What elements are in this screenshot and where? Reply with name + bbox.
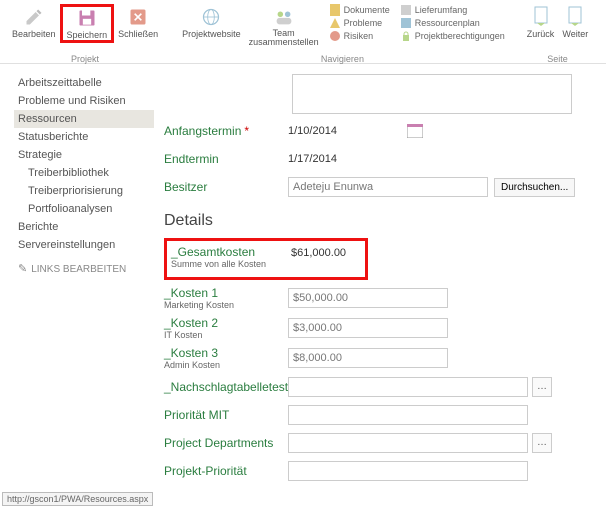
close-button[interactable]: Schließen	[114, 4, 162, 43]
owner-input[interactable]	[288, 177, 488, 197]
project-priority-input[interactable]	[288, 461, 528, 481]
end-date-label: Endtermin	[164, 152, 288, 166]
lookup-picker-button[interactable]: …	[532, 377, 552, 397]
start-date-label: Anfangstermin*	[164, 124, 288, 138]
lock-icon	[400, 30, 412, 42]
edit-links[interactable]: ✎LINKS BEARBEITEN	[14, 254, 154, 275]
plan-icon	[400, 17, 412, 29]
sidebar-item-serversettings[interactable]: Servereinstellungen	[14, 236, 154, 254]
sidebar-item-portfolio[interactable]: Portfolioanalysen	[14, 200, 154, 218]
priority-mit-input[interactable]	[288, 405, 528, 425]
nav-projectperms[interactable]: Projektberechtigungen	[398, 30, 507, 42]
calendar-icon[interactable]	[407, 124, 423, 138]
sidebar-item-statusreports[interactable]: Statusberichte	[14, 128, 154, 146]
ribbon-group-label-nav: Navigieren	[321, 54, 364, 64]
project-depts-input[interactable]	[288, 433, 528, 453]
owner-label: Besitzer	[164, 180, 288, 194]
page-back-icon	[530, 6, 552, 28]
form-area: Anfangstermin* 1/10/2014 Endtermin 1/17/…	[160, 64, 606, 498]
project-depts-picker-button[interactable]: …	[532, 433, 552, 453]
nav-deliverables[interactable]: Lieferumfang	[398, 4, 507, 16]
kosten2-label: _Kosten 2IT Kosten	[164, 316, 288, 340]
details-heading: Details	[164, 212, 596, 230]
sidebar-item-driverprio[interactable]: Treiberpriorisierung	[14, 182, 154, 200]
kosten3-input[interactable]	[288, 348, 448, 368]
ribbon-group-project: Bearbeiten Speichern Schließen Projekt	[2, 4, 168, 64]
project-depts-label: Project Departments	[164, 436, 288, 450]
warning-icon	[329, 17, 341, 29]
sidebar-item-resources[interactable]: Ressourcen	[14, 110, 154, 128]
pencil-icon	[23, 6, 45, 28]
total-cost-value: $61,000.00	[291, 245, 361, 259]
left-nav: Arbeitszeittabelle Probleme und Risiken …	[0, 64, 160, 498]
nav-risks[interactable]: Risiken	[327, 30, 392, 42]
ribbon-toolbar: Bearbeiten Speichern Schließen Projekt	[0, 0, 606, 64]
document-icon	[329, 4, 341, 16]
nav-problems[interactable]: Probleme	[327, 17, 392, 29]
close-icon	[127, 6, 149, 28]
sidebar-item-reports[interactable]: Berichte	[14, 218, 154, 236]
sidebar-item-issues[interactable]: Probleme und Risiken	[14, 92, 154, 110]
lookup-label: _Nachschlagtabelletest	[164, 380, 288, 394]
ribbon-group-page: Zurück Weiter Seite	[517, 4, 599, 64]
lookup-input[interactable]	[288, 377, 528, 397]
ribbon-group-label-page: Seite	[547, 54, 568, 64]
save-button[interactable]: Speichern	[60, 4, 115, 43]
page-next-icon	[564, 6, 586, 28]
team-button[interactable]: Team zusammenstellen	[245, 4, 323, 50]
kosten2-input[interactable]	[288, 318, 448, 338]
end-date-value: 1/17/2014	[288, 153, 337, 165]
sidebar-item-timesheet[interactable]: Arbeitszeittabelle	[14, 74, 154, 92]
project-priority-label: Projekt-Priorität	[164, 464, 288, 478]
nav-documents[interactable]: Dokumente	[327, 4, 392, 16]
box-icon	[400, 4, 412, 16]
risk-icon	[329, 30, 341, 42]
total-cost-label: _Gesamtkosten Summe von alle Kosten	[171, 245, 291, 269]
edit-label: Bearbeiten	[12, 29, 56, 39]
ribbon-group-navigate: Projektwebsite Team zusammenstellen Doku…	[172, 4, 513, 64]
nav-resourceplan[interactable]: Ressourcenplan	[398, 17, 507, 29]
edit-button[interactable]: Bearbeiten	[8, 4, 60, 43]
total-cost-highlight: _Gesamtkosten Summe von alle Kosten $61,…	[164, 238, 368, 280]
save-icon	[76, 7, 98, 29]
status-bar-url: http://gscon1/PWA/Resources.aspx	[2, 492, 153, 506]
kosten3-label: _Kosten 3Admin Kosten	[164, 346, 288, 370]
projectsite-button[interactable]: Projektwebsite	[178, 4, 245, 50]
team-icon	[273, 6, 295, 28]
description-textarea[interactable]	[292, 74, 572, 114]
next-button[interactable]: Weiter	[558, 4, 592, 41]
team-label: Team zusammenstellen	[249, 29, 319, 48]
ribbon-group-label-project: Projekt	[71, 54, 99, 64]
close-label: Schließen	[118, 29, 158, 39]
priority-mit-label: Priorität MIT	[164, 408, 288, 422]
kosten1-input[interactable]	[288, 288, 448, 308]
sidebar-item-driverlib[interactable]: Treiberbibliothek	[14, 164, 154, 182]
next-label: Weiter	[562, 29, 588, 39]
back-label: Zurück	[527, 29, 555, 39]
kosten1-label: _Kosten 1Marketing Kosten	[164, 286, 288, 310]
back-button[interactable]: Zurück	[523, 4, 559, 41]
sidebar-item-strategy[interactable]: Strategie	[14, 146, 154, 164]
pencil-small-icon: ✎	[18, 263, 27, 275]
browse-button[interactable]: Durchsuchen...	[494, 178, 575, 197]
save-label: Speichern	[67, 30, 108, 40]
projectsite-label: Projektwebsite	[182, 29, 241, 39]
start-date-value: 1/10/2014	[288, 125, 337, 137]
globe-icon	[200, 6, 222, 28]
